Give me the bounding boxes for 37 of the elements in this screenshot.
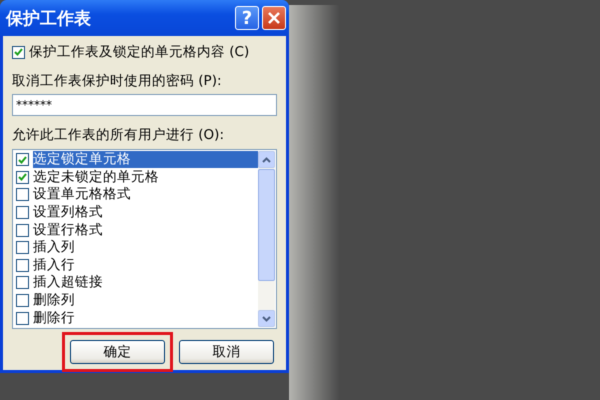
checkbox[interactable]: [16, 170, 29, 184]
list-item[interactable]: 删除列: [33, 292, 75, 310]
checkbox[interactable]: [16, 294, 29, 308]
list-item[interactable]: 选定锁定单元格: [33, 151, 258, 168]
list-item[interactable]: 设置列格式: [33, 204, 103, 222]
chevron-up-icon: [262, 156, 271, 162]
scrollbar[interactable]: [258, 151, 275, 327]
password-label: 取消工作表保护时使用的密码 (P):: [12, 72, 222, 90]
checkbox[interactable]: [16, 224, 29, 237]
scroll-down-button[interactable]: [258, 310, 275, 327]
check-icon: [14, 48, 23, 56]
checkbox[interactable]: [16, 241, 29, 254]
checkbox[interactable]: [16, 188, 29, 202]
checkbox[interactable]: [16, 153, 29, 166]
list-item[interactable]: 设置行格式: [33, 222, 103, 239]
checkbox[interactable]: [16, 276, 29, 290]
list-item[interactable]: 插入超链接: [33, 274, 103, 292]
dialog-button[interactable]: 确定: [70, 340, 165, 364]
dialog-button[interactable]: 取消: [179, 340, 274, 364]
permissions-label: 允许此工作表的所有用户进行 (O):: [12, 126, 224, 144]
list-item[interactable]: 插入行: [33, 256, 75, 274]
list-item[interactable]: 插入列: [33, 239, 75, 256]
chevron-down-icon: [262, 316, 271, 322]
window-title: 保护工作表: [6, 8, 92, 30]
list-item[interactable]: 删除行: [33, 310, 75, 327]
password-field[interactable]: ******: [12, 94, 277, 116]
close-icon: [268, 12, 280, 24]
list-item[interactable]: 选定未锁定的单元格: [33, 168, 159, 186]
checkbox[interactable]: [16, 258, 29, 272]
checkbox[interactable]: [12, 46, 25, 58]
help-button[interactable]: ?: [235, 6, 259, 30]
scroll-up-button[interactable]: [258, 151, 275, 168]
checkbox-label: 保护工作表及锁定的单元格内容 (C): [29, 43, 250, 61]
close-button[interactable]: [262, 6, 286, 30]
list-item[interactable]: 设置单元格格式: [33, 186, 131, 204]
checkbox[interactable]: [16, 312, 29, 325]
checkbox[interactable]: [16, 206, 29, 220]
